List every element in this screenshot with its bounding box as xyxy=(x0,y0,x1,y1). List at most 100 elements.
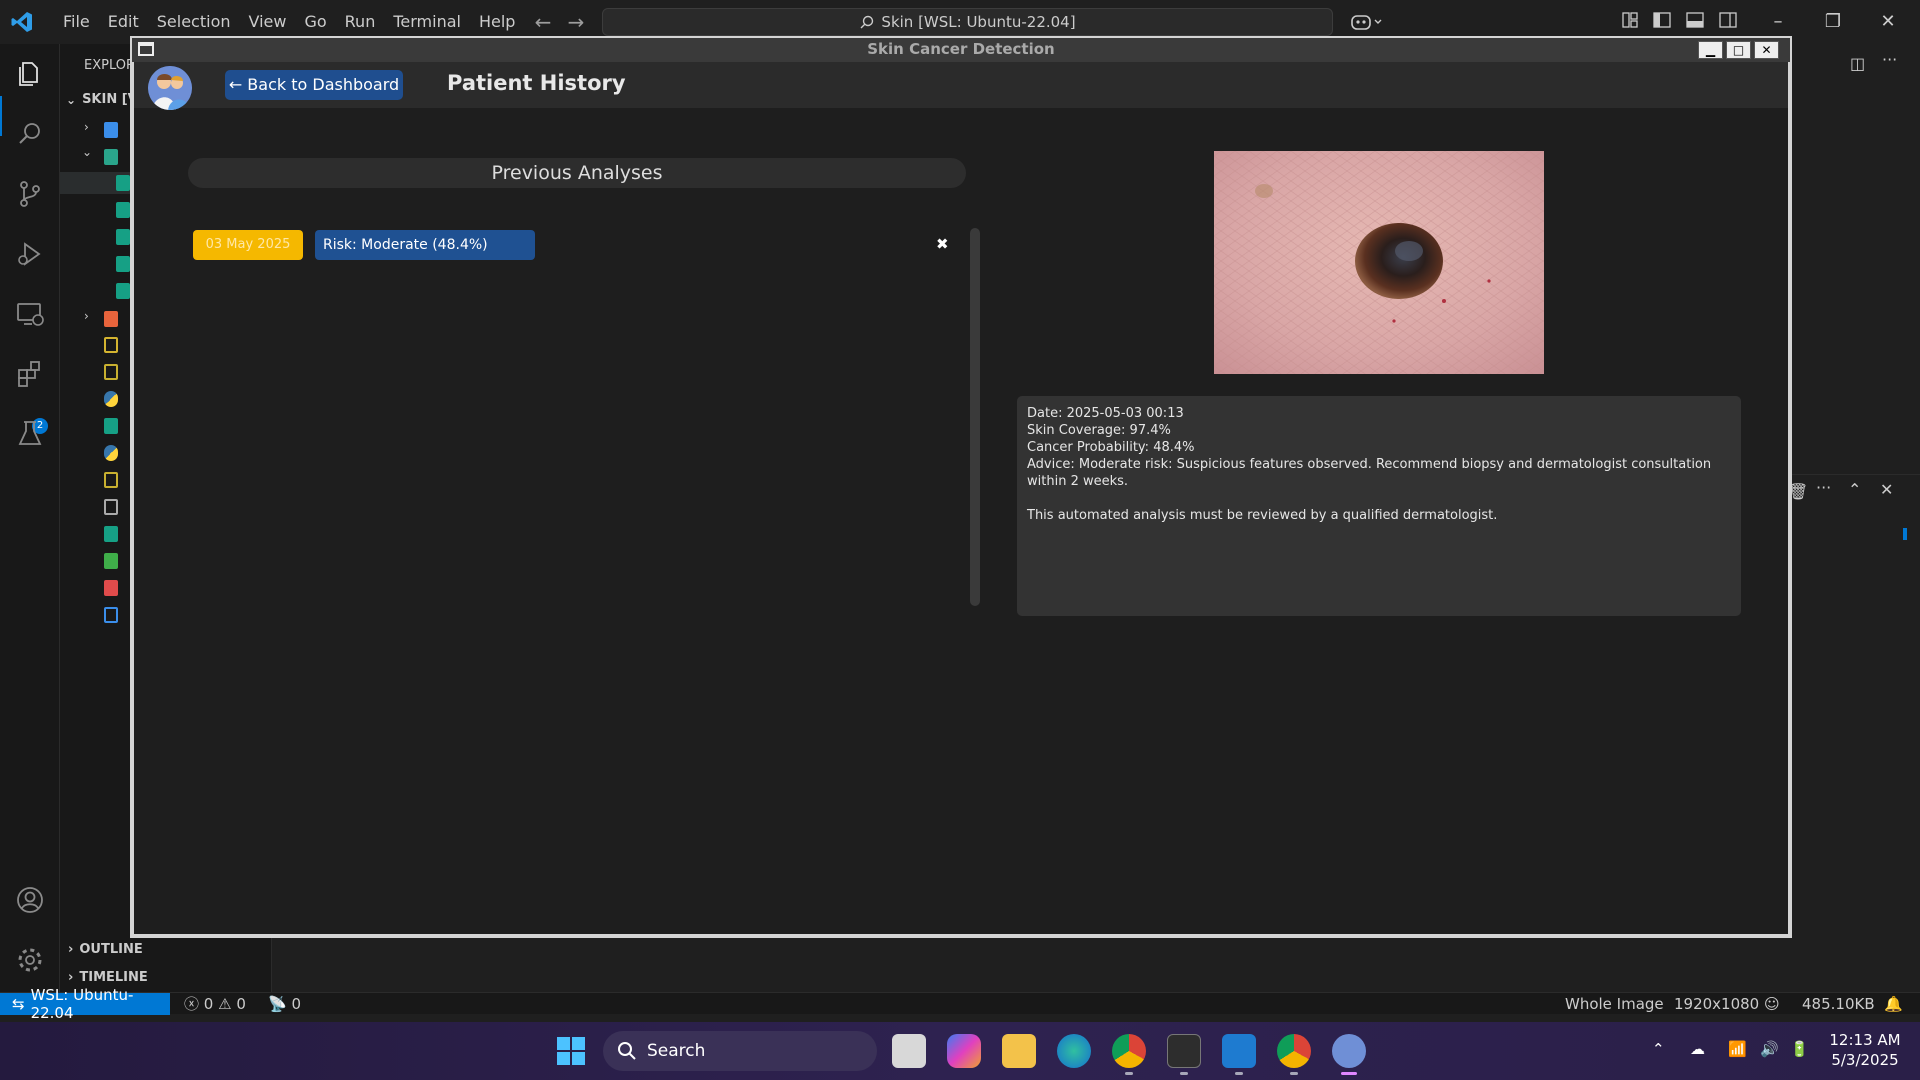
copilot-icon[interactable] xyxy=(1350,10,1382,34)
chevron-up-icon[interactable]: ⌃ xyxy=(1848,480,1861,499)
skin-app-taskbar-icon[interactable] xyxy=(1332,1034,1366,1068)
python-file-icon xyxy=(104,445,118,461)
image-file-icon xyxy=(116,202,130,218)
ports-indicator[interactable]: 📡 0 xyxy=(268,993,301,1015)
app-titlebar: Skin Cancer Detection ▁ □ ✕ xyxy=(130,36,1792,62)
running-indicator xyxy=(1125,1072,1133,1075)
toggle-sidebar-icon[interactable] xyxy=(1652,10,1676,34)
close-icon[interactable]: ✕ xyxy=(1873,8,1903,36)
minimize-icon[interactable]: – xyxy=(1763,8,1793,36)
folder-icon xyxy=(104,311,118,327)
history-scrollbar[interactable] xyxy=(970,228,980,606)
close-panel-icon[interactable]: ✕ xyxy=(1880,480,1893,499)
wifi-icon[interactable]: 📶 xyxy=(1728,1040,1747,1058)
timeline-section[interactable]: › TIMELINE xyxy=(68,970,148,985)
extensions-icon[interactable] xyxy=(14,358,46,390)
image-mode[interactable]: Whole Image xyxy=(1565,993,1664,1015)
vscode-taskbar-icon[interactable] xyxy=(1222,1034,1256,1068)
battery-icon[interactable]: 🔋 xyxy=(1790,1040,1809,1058)
outline-label: OUTLINE xyxy=(79,942,143,957)
analysis-details-panel: Date: 2025-05-03 00:13 Skin Coverage: 97… xyxy=(1017,396,1741,616)
chevron-down-icon: ⌄ xyxy=(66,92,77,107)
image-size[interactable]: 1920x1080 xyxy=(1674,993,1759,1015)
analysis-risk-badge[interactable]: Risk: Moderate (48.4%) xyxy=(315,230,535,260)
restore-icon[interactable]: ❐ xyxy=(1818,8,1848,36)
more-actions-icon[interactable]: ··· xyxy=(1816,478,1831,497)
accounts-icon[interactable] xyxy=(14,884,46,916)
app-minimize-button[interactable]: ▁ xyxy=(1698,41,1723,59)
error-icon: ⓧ xyxy=(184,995,200,1013)
copilot-app-icon[interactable] xyxy=(947,1034,981,1068)
detail-coverage: Skin Coverage: 97.4% xyxy=(1027,423,1171,438)
split-editor-icon[interactable]: ◫ xyxy=(1850,54,1865,73)
detail-advice: Advice: Moderate risk: Suspicious featur… xyxy=(1027,457,1712,489)
document-file-icon xyxy=(104,607,118,623)
detail-date: Date: 2025-05-03 00:13 xyxy=(1027,406,1184,421)
task-view-icon[interactable] xyxy=(892,1034,926,1068)
edge-browser-icon[interactable] xyxy=(1057,1034,1091,1068)
app-maximize-button[interactable]: □ xyxy=(1726,41,1751,59)
command-center-label: Skin [WSL: Ubuntu-22.04] xyxy=(881,13,1076,31)
antenna-icon: 📡 xyxy=(268,995,287,1013)
volume-icon[interactable]: 🔊 xyxy=(1760,1040,1779,1058)
running-indicator xyxy=(1290,1072,1298,1075)
detail-probability: Cancer Probability: 48.4% xyxy=(1027,440,1195,455)
customize-layout-icon[interactable] xyxy=(1620,10,1644,34)
problems-indicator[interactable]: ⓧ 0 ⚠ 0 xyxy=(184,993,246,1015)
taskbar-clock[interactable]: 12:13 AM 5/3/2025 xyxy=(1820,1030,1910,1070)
running-indicator xyxy=(1180,1072,1188,1075)
windows-start-icon[interactable] xyxy=(556,1036,586,1066)
editor-right-area: ◫ ··· 🗑 ··· ⌃ ✕ xyxy=(1788,44,1920,992)
copilot-status-icon[interactable]: ☺ xyxy=(1764,993,1780,1015)
remote-icon: ⇆ xyxy=(12,995,25,1013)
app-close-button[interactable]: ✕ xyxy=(1754,41,1779,59)
toggle-panel-icon[interactable] xyxy=(1685,10,1709,34)
remote-explorer-icon[interactable] xyxy=(14,298,46,330)
active-indicator xyxy=(0,96,2,136)
image-file-icon xyxy=(116,256,130,272)
vscode-logo-icon xyxy=(11,12,32,32)
search-icon xyxy=(618,1042,636,1060)
taskbar-search-label: Search xyxy=(647,1041,706,1061)
analysis-date-badge[interactable]: 03 May 2025 xyxy=(193,230,303,260)
status-bar: ⇆ WSL: Ubuntu-22.04 ⓧ 0 ⚠ 0 📡 0 Whole Im… xyxy=(0,986,1920,1022)
search-icon[interactable] xyxy=(14,118,46,150)
file-size: 485.10KB xyxy=(1802,995,1875,1013)
testing-icon[interactable] xyxy=(14,418,46,450)
active-app-indicator xyxy=(1341,1072,1357,1075)
file-explorer-icon[interactable] xyxy=(1002,1034,1036,1068)
clock-date: 5/3/2025 xyxy=(1831,1051,1899,1069)
explorer-icon[interactable] xyxy=(14,58,46,90)
taskbar-search[interactable]: Search xyxy=(603,1031,877,1071)
chevron-up-icon[interactable]: ⌃ xyxy=(1652,1040,1665,1058)
more-actions-icon[interactable]: ··· xyxy=(1882,50,1897,69)
previous-analyses-heading: Previous Analyses xyxy=(188,158,966,188)
back-arrow-icon[interactable]: ← xyxy=(531,10,555,34)
python-file-icon xyxy=(104,391,118,407)
terminal-icon[interactable] xyxy=(1167,1034,1201,1068)
notifications-bell-icon[interactable]: 🔔 xyxy=(1884,993,1903,1015)
workspace-section[interactable]: ⌄ SKIN [V xyxy=(66,92,138,107)
chrome-icon[interactable] xyxy=(1112,1034,1146,1068)
remote-indicator[interactable]: ⇆ WSL: Ubuntu-22.04 xyxy=(0,986,170,1022)
spreadsheet-file-icon xyxy=(104,553,118,569)
chrome-icon[interactable] xyxy=(1277,1034,1311,1068)
forward-arrow-icon[interactable]: → xyxy=(564,10,588,34)
folder-open-icon xyxy=(104,149,118,165)
delete-analysis-icon[interactable]: ✖ xyxy=(936,235,950,255)
page-title: Patient History xyxy=(447,71,626,95)
back-to-dashboard-button[interactable]: ← Back to Dashboard xyxy=(225,70,403,100)
run-debug-icon[interactable] xyxy=(14,238,46,270)
onedrive-cloud-icon[interactable]: ☁ xyxy=(1690,1040,1705,1058)
detail-disclaimer: This automated analysis must be reviewed… xyxy=(1027,508,1498,523)
outline-section[interactable]: › OUTLINE xyxy=(68,942,143,957)
chevron-right-icon: › xyxy=(84,120,89,134)
settings-file-icon xyxy=(104,337,118,353)
menu-file[interactable]: File xyxy=(54,0,99,44)
toggle-secondary-sidebar-icon[interactable] xyxy=(1718,10,1742,34)
settings-gear-icon[interactable] xyxy=(14,944,46,976)
command-center[interactable]: Skin [WSL: Ubuntu-22.04] xyxy=(602,8,1333,36)
chevron-down-icon: ⌄ xyxy=(82,145,93,159)
source-control-icon[interactable] xyxy=(14,178,46,210)
notes-file-icon xyxy=(104,364,118,380)
